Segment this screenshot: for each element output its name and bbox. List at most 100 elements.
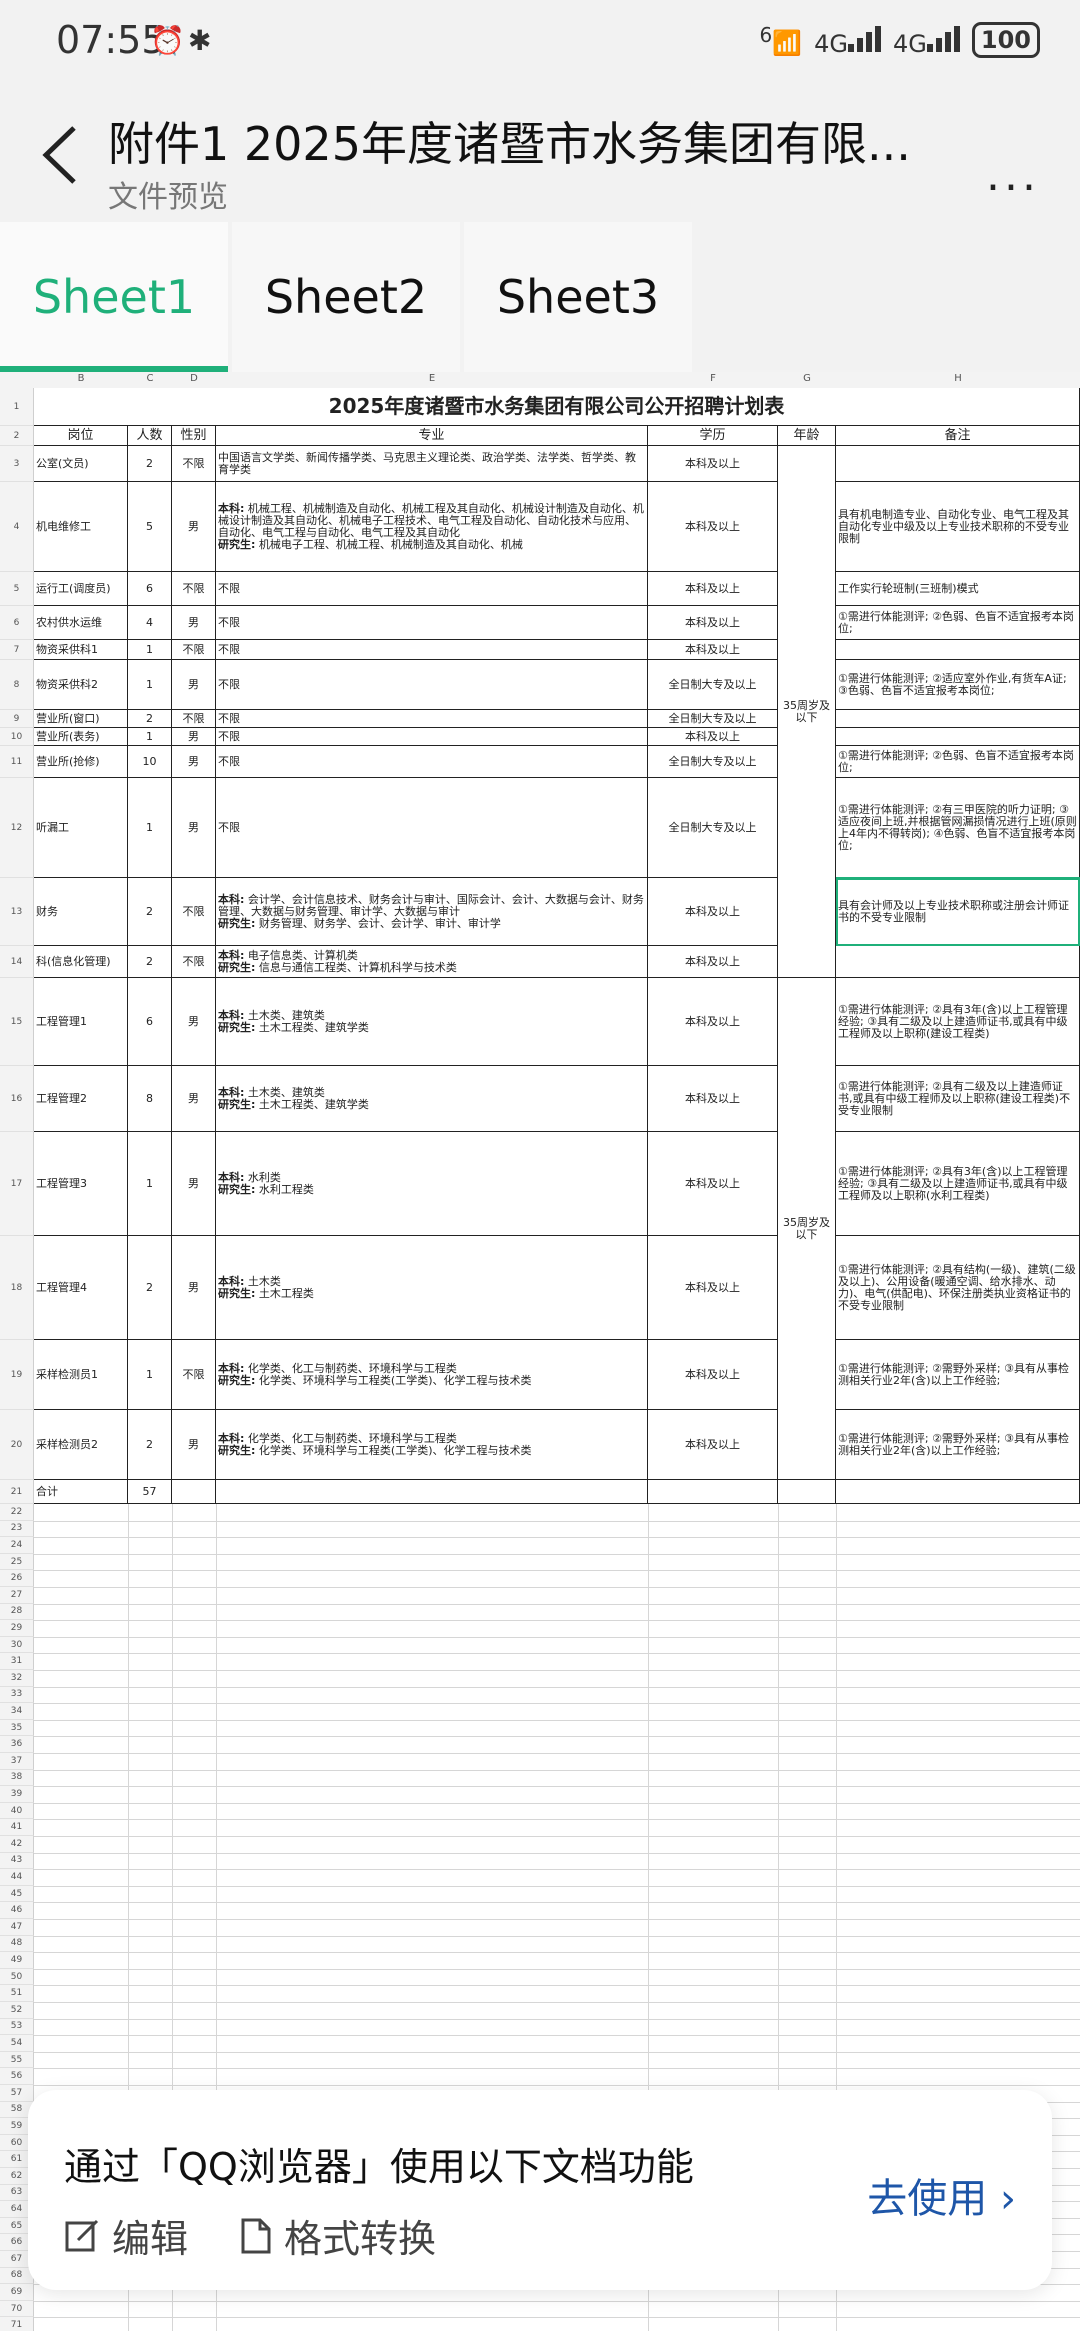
cell-note[interactable]: ①需进行体能测评; ②具有3年(含)以上工程管理经验; ③具有二级及以上建造师证…: [836, 978, 1080, 1066]
header-cell-count[interactable]: 人数: [128, 426, 172, 446]
cell-major[interactable]: 本科: 土木类、建筑类 研究生: 土木工程类、建筑学类: [216, 978, 648, 1066]
cell-count[interactable]: 6: [128, 978, 172, 1066]
cell-education[interactable]: [648, 1480, 778, 1504]
cell-education[interactable]: 本科及以上: [648, 1132, 778, 1236]
header-cell-major[interactable]: 专业: [216, 426, 648, 446]
cell-gender[interactable]: 男: [172, 1132, 216, 1236]
cell-gender[interactable]: 不限: [172, 640, 216, 660]
header-cell-edu[interactable]: 学历: [648, 426, 778, 446]
cell-post[interactable]: 公室(文员): [34, 446, 128, 482]
cell-education[interactable]: 本科及以上: [648, 946, 778, 978]
cell-age-group-2[interactable]: 35周岁及以下: [778, 978, 836, 1480]
cell-major[interactable]: 不限: [216, 572, 648, 606]
cell-education[interactable]: 本科及以上: [648, 978, 778, 1066]
cell-education[interactable]: 本科及以上: [648, 1066, 778, 1132]
cell-education[interactable]: 全日制大专及以上: [648, 778, 778, 878]
cell-post[interactable]: 合计: [34, 1480, 128, 1504]
cell-major[interactable]: 不限: [216, 606, 648, 640]
cell-note[interactable]: [836, 640, 1080, 660]
cell-count[interactable]: 8: [128, 1066, 172, 1132]
cell-note[interactable]: ①需进行体能测评; ②具有结构(一级)、建筑(二级及以上)、公用设备(暖通空调、…: [836, 1236, 1080, 1340]
cell-count[interactable]: 1: [128, 1340, 172, 1410]
cell-post[interactable]: 科(信息化管理): [34, 946, 128, 978]
cell-major[interactable]: 不限: [216, 660, 648, 710]
cell-note[interactable]: [836, 446, 1080, 482]
cell-major[interactable]: 本科: 化学类、化工与制药类、环境科学与工程类 研究生: 化学类、环境科学与工程类…: [216, 1340, 648, 1410]
cell-post[interactable]: 采样检测员1: [34, 1340, 128, 1410]
header-cell-gender[interactable]: 性别: [172, 426, 216, 446]
cell-count[interactable]: 6: [128, 572, 172, 606]
cell-education[interactable]: 本科及以上: [648, 1340, 778, 1410]
cell-note[interactable]: ①需进行体能测评; ②色弱、色盲不适宜报考本岗位;: [836, 746, 1080, 778]
cell-major[interactable]: 不限: [216, 778, 648, 878]
cell-note[interactable]: [836, 946, 1080, 978]
cell-note[interactable]: [836, 1480, 1080, 1504]
cell-gender[interactable]: 不限: [172, 572, 216, 606]
cell-note[interactable]: ①需进行体能测评; ②具有二级及以上建造师证书,或具有中级工程师及以上职称(建设…: [836, 1066, 1080, 1132]
edit-action[interactable]: 编辑: [64, 2208, 188, 2263]
cell-major[interactable]: 本科: 水利类 研究生: 水利工程类: [216, 1132, 648, 1236]
cell-major[interactable]: 本科: 土木类、建筑类 研究生: 土木工程类、建筑学类: [216, 1066, 648, 1132]
cell-post[interactable]: 营业所(窗口): [34, 710, 128, 728]
cell-count[interactable]: 5: [128, 482, 172, 572]
cell-note[interactable]: ①需进行体能测评; ②具有3年(含)以上工程管理经验; ③具有二级及以上建造师证…: [836, 1132, 1080, 1236]
cell-major[interactable]: 本科: 机械工程、机械制造及自动化、机械工程及其自动化、机械设计制造及自动化、机…: [216, 482, 648, 572]
cell-gender[interactable]: 不限: [172, 946, 216, 978]
cell-post[interactable]: 工程管理2: [34, 1066, 128, 1132]
cell-gender[interactable]: 男: [172, 728, 216, 746]
header-cell-post[interactable]: 岗位: [34, 426, 128, 446]
cell-post[interactable]: 工程管理3: [34, 1132, 128, 1236]
cell-note[interactable]: ①需进行体能测评; ②色弱、色盲不适宜报考本岗位;: [836, 606, 1080, 640]
cell-post[interactable]: 物资采供科1: [34, 640, 128, 660]
cell-age-group-1[interactable]: 35周岁及以下: [778, 446, 836, 978]
cell-post[interactable]: 听漏工: [34, 778, 128, 878]
cell-post[interactable]: 财务: [34, 878, 128, 946]
cell-major[interactable]: 不限: [216, 710, 648, 728]
cell-major[interactable]: 本科: 会计学、会计信息技术、财务会计与审计、国际会计、会计、大数据与会计、财务…: [216, 878, 648, 946]
cell-gender[interactable]: 男: [172, 778, 216, 878]
cell-major[interactable]: 不限: [216, 640, 648, 660]
back-arrow-icon[interactable]: [36, 120, 86, 190]
cell-note[interactable]: ①需进行体能测评; ②需野外采样; ③具有从事检测相关行业2年(含)以上工作经验…: [836, 1340, 1080, 1410]
cell-education[interactable]: 本科及以上: [648, 572, 778, 606]
cell-note[interactable]: ①需进行体能测评; ②有三甲医院的听力证明; ③适应夜间上班,并根据管网漏损情况…: [836, 778, 1080, 878]
cell-education[interactable]: 全日制大专及以上: [648, 660, 778, 710]
cell-education[interactable]: 全日制大专及以上: [648, 710, 778, 728]
cell-count[interactable]: 2: [128, 1236, 172, 1340]
cell-education[interactable]: 本科及以上: [648, 728, 778, 746]
cell-note[interactable]: [836, 728, 1080, 746]
cell-gender[interactable]: [172, 1480, 216, 1504]
cell-education[interactable]: 本科及以上: [648, 482, 778, 572]
cell-count[interactable]: 1: [128, 778, 172, 878]
cell-gender[interactable]: 男: [172, 1066, 216, 1132]
cell-gender[interactable]: 不限: [172, 1340, 216, 1410]
cell-education[interactable]: 本科及以上: [648, 606, 778, 640]
cell-note[interactable]: 具有机电制造专业、自动化专业、电气工程及其自动化专业中级及以上专业技术职称的不受…: [836, 482, 1080, 572]
cell-count[interactable]: 2: [128, 710, 172, 728]
cell-post[interactable]: 工程管理4: [34, 1236, 128, 1340]
cell-education[interactable]: 本科及以上: [648, 1410, 778, 1480]
cell-education[interactable]: 本科及以上: [648, 446, 778, 482]
cell-gender[interactable]: 男: [172, 1236, 216, 1340]
cell-count[interactable]: 2: [128, 1410, 172, 1480]
cell-post[interactable]: 物资采供科2: [34, 660, 128, 710]
cell-note[interactable]: [836, 710, 1080, 728]
cell-post[interactable]: 工程管理1: [34, 978, 128, 1066]
tab-sheet3[interactable]: Sheet3: [464, 222, 692, 372]
more-options-icon[interactable]: ...: [986, 150, 1040, 201]
sheet-title[interactable]: 2025年度诸暨市水务集团有限公司公开招聘计划表: [34, 388, 1080, 426]
cell-education[interactable]: 本科及以上: [648, 640, 778, 660]
cell-post[interactable]: 营业所(抢修): [34, 746, 128, 778]
cell-age-total[interactable]: [778, 1480, 836, 1504]
go-use-button[interactable]: 去使用 ›: [867, 2166, 1016, 2224]
cell-major[interactable]: 中国语言文学类、新闻传播学类、马克思主义理论类、政治学类、法学类、哲学类、教育学…: [216, 446, 648, 482]
header-cell-age[interactable]: 年龄: [778, 426, 836, 446]
cell-education[interactable]: 本科及以上: [648, 878, 778, 946]
cell-major[interactable]: 本科: 化学类、化工与制药类、环境科学与工程类 研究生: 化学类、环境科学与工程类…: [216, 1410, 648, 1480]
cell-major[interactable]: [216, 1480, 648, 1504]
cell-major[interactable]: 不限: [216, 728, 648, 746]
cell-major[interactable]: 本科: 电子信息类、计算机类 研究生: 信息与通信工程类、计算机科学与技术类: [216, 946, 648, 978]
cell-education[interactable]: 本科及以上: [648, 1236, 778, 1340]
cell-note[interactable]: 工作实行轮班制(三班制)模式: [836, 572, 1080, 606]
cell-gender[interactable]: 男: [172, 606, 216, 640]
